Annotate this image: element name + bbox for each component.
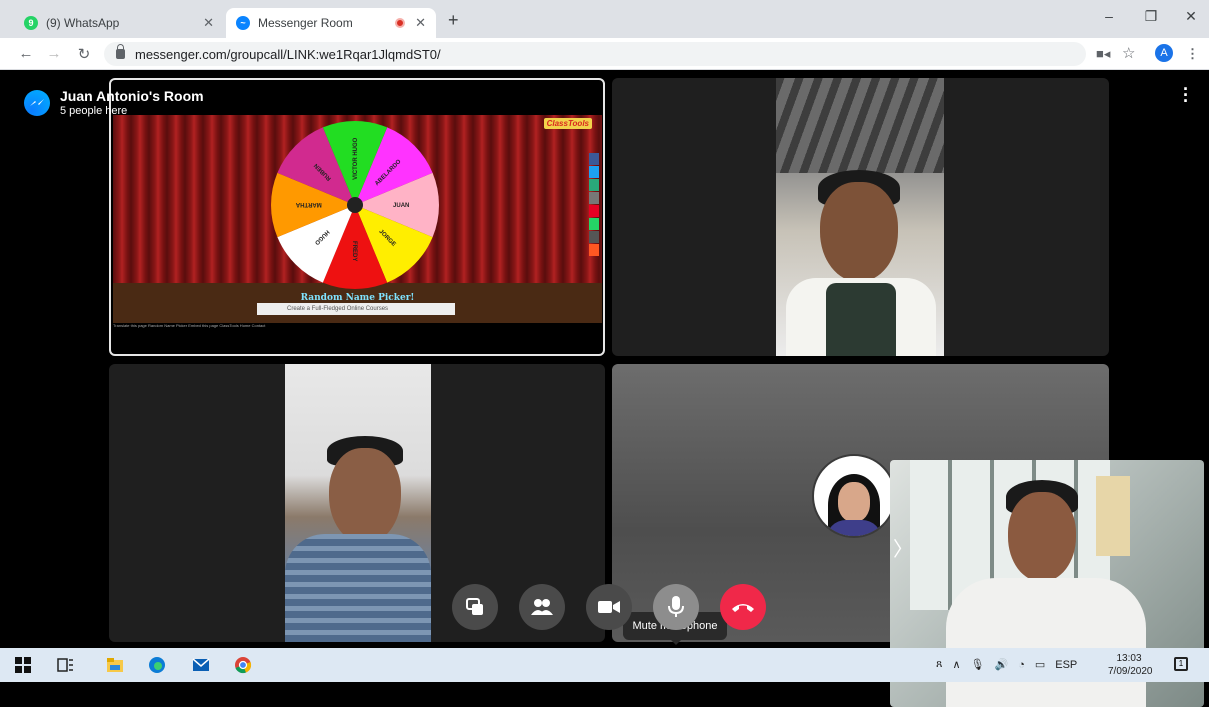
wheel-name-label: VICTOR HUGO: [353, 137, 359, 180]
wall-poster: [1096, 476, 1130, 556]
messenger-logo-icon: [24, 90, 50, 116]
close-window-icon[interactable]: ✕: [1176, 8, 1206, 25]
back-icon[interactable]: ←: [16, 45, 36, 62]
tab-messenger-room[interactable]: ~ Messenger Room ✕: [226, 8, 436, 38]
reload-icon[interactable]: ↻: [74, 45, 94, 63]
participant-video-tile[interactable]: [612, 78, 1109, 356]
participant-video: [776, 78, 944, 356]
minimize-icon[interactable]: –: [1094, 8, 1124, 24]
face: [820, 182, 898, 282]
bookmark-star-icon[interactable]: ☆: [1122, 44, 1135, 62]
browser-toolbar: ← → ↻ messenger.com/groupcall/LINK:we1Rq…: [0, 38, 1209, 70]
picker-title: Random Name Picker!: [300, 293, 415, 303]
share-screen-button[interactable]: [452, 584, 498, 630]
microphone-icon: [668, 596, 684, 617]
whatsapp-icon: 9: [24, 16, 38, 30]
screen-footer-links: Translate this page Random Name Picker E…: [113, 323, 266, 328]
recording-indicator-icon: [395, 18, 406, 28]
profile-avatar[interactable]: A: [1155, 44, 1173, 62]
volume-icon[interactable]: 🔊: [994, 658, 1008, 671]
face: [1008, 492, 1076, 582]
call-stage: ClassTools ABELARDO JUAN JORGE FREDY HUGO MAR…: [0, 70, 1209, 707]
camera-in-use-icon[interactable]: ■◂: [1096, 46, 1110, 62]
shirt: [285, 534, 431, 642]
people-tray-icon[interactable]: ጸ: [936, 658, 942, 671]
microphone-button[interactable]: [653, 584, 699, 630]
chevron-right-icon[interactable]: 〉: [893, 533, 913, 562]
roof-beams: [776, 78, 944, 173]
room-title: Juan Antonio's Room: [60, 88, 204, 104]
end-call-button[interactable]: [720, 584, 766, 630]
participant-avatar[interactable]: [812, 454, 896, 538]
room-header: Juan Antonio's Room 5 people here: [24, 88, 204, 117]
windows-start-icon[interactable]: [14, 656, 32, 674]
wheel-name-label: FREDY: [351, 241, 357, 261]
task-view-icon[interactable]: [56, 656, 74, 674]
forward-icon[interactable]: →: [44, 45, 64, 62]
avatar-face: [838, 482, 870, 522]
camera-icon: [598, 601, 620, 613]
wheel-hub: [347, 197, 363, 213]
edge-browser-icon[interactable]: [148, 656, 166, 674]
battery-icon[interactable]: ▭: [1035, 658, 1045, 671]
screen-share-tile[interactable]: ClassTools ABELARDO JUAN JORGE FREDY HUGO MAR…: [109, 78, 605, 356]
wheel-name-label: MARTHA: [295, 201, 322, 207]
new-tab-button[interactable]: +: [448, 10, 459, 31]
system-clock[interactable]: 13:03 7/09/2020: [1108, 652, 1153, 678]
hang-up-icon: [732, 604, 754, 612]
face: [329, 448, 401, 544]
url-text: messenger.com/groupcall/LINK:we1Rqar1Jlq…: [135, 46, 441, 62]
participants-button[interactable]: [519, 584, 565, 630]
room-participant-count: 5 people here: [60, 105, 128, 117]
classtools-logo: ClassTools: [543, 118, 592, 129]
vest: [826, 283, 896, 356]
windows-taskbar: ጸ ∧ 🎙 🔊 ◔ ▭ ESP 13:03 7/09/2020 1: [0, 648, 1209, 682]
mail-icon[interactable]: [192, 656, 210, 674]
tab-title: Messenger Room: [258, 16, 353, 30]
shirt: [946, 578, 1146, 707]
shared-screen-content: ClassTools ABELARDO JUAN JORGE FREDY HUGO MAR…: [113, 115, 602, 323]
notification-center-icon[interactable]: 1: [1174, 657, 1188, 671]
address-bar[interactable]: messenger.com/groupcall/LINK:we1Rqar1Jlq…: [104, 42, 1086, 66]
social-share-bar: [589, 153, 599, 257]
camera-button[interactable]: [586, 584, 632, 630]
clock-time: 13:03: [1116, 653, 1142, 664]
system-tray: ጸ ∧ 🎙 🔊 ◔ ▭ ESP: [936, 658, 1077, 671]
more-options-icon[interactable]: · · ·: [1183, 80, 1189, 110]
clock-date: 7/09/2020: [1108, 666, 1153, 677]
tab-title: (9) WhatsApp: [46, 16, 120, 30]
browser-menu-icon[interactable]: ⋮: [1186, 46, 1199, 62]
chrome-icon[interactable]: [234, 656, 252, 674]
tab-whatsapp[interactable]: 9 (9) WhatsApp ✕: [14, 8, 224, 38]
close-tab-icon[interactable]: ✕: [415, 15, 426, 31]
lock-icon: [116, 44, 125, 59]
participant-video: [285, 364, 431, 642]
browser-tab-strip: 9 (9) WhatsApp ✕ ~ Messenger Room ✕ + – …: [0, 0, 1209, 38]
chevron-up-icon[interactable]: ∧: [952, 658, 960, 671]
messenger-icon: ~: [236, 16, 250, 30]
file-explorer-icon[interactable]: [106, 656, 124, 674]
people-icon: [531, 599, 553, 615]
wheel-name-label: JUAN: [393, 203, 409, 209]
microphone-tray-icon[interactable]: 🎙: [971, 658, 985, 671]
name-picker-wheel[interactable]: ABELARDOJUANJORGEFREDYHUGOMARTHARUBEN VIC…: [269, 119, 441, 291]
share-screen-icon: [466, 598, 483, 615]
ad-banner[interactable]: Create a Full-Fledged Online Courses: [257, 303, 455, 315]
wifi-icon[interactable]: ◔: [1018, 659, 1025, 671]
restore-icon[interactable]: ❐: [1136, 8, 1166, 25]
language-indicator[interactable]: ESP: [1055, 659, 1077, 671]
close-tab-icon[interactable]: ✕: [203, 15, 214, 31]
